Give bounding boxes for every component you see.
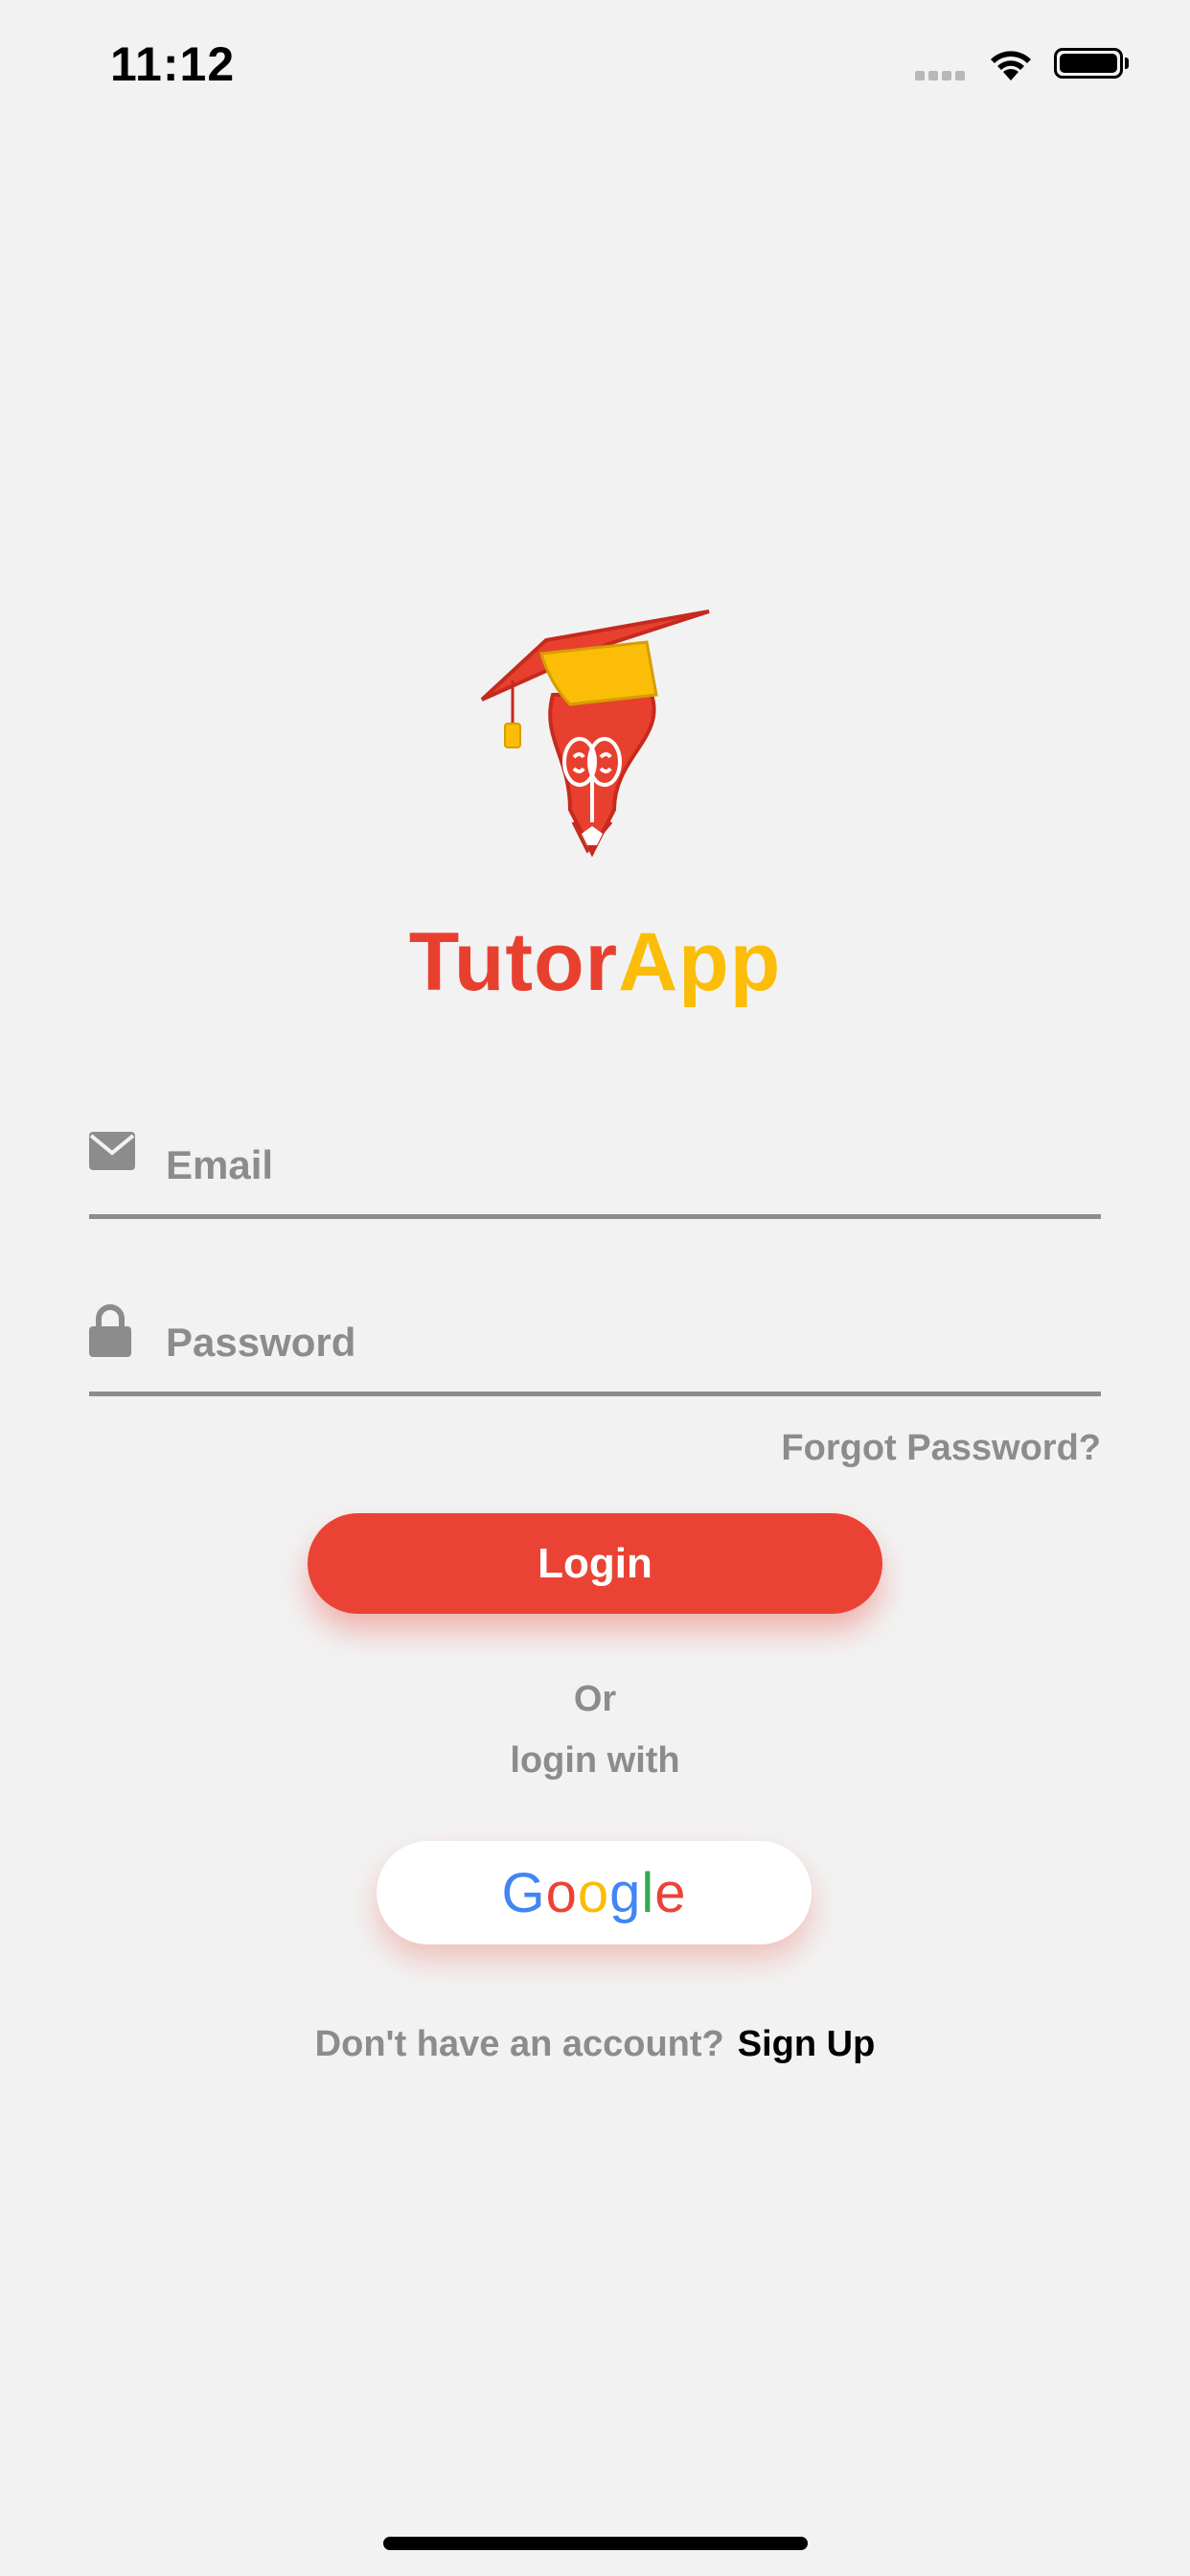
battery-tip — [1125, 58, 1129, 69]
home-indicator — [383, 2537, 808, 2550]
email-input[interactable] — [164, 1131, 1101, 1200]
login-button[interactable]: Login — [308, 1513, 882, 1614]
wifi-icon — [987, 46, 1035, 87]
signup-row: Don't have an account? Sign Up — [0, 2024, 1190, 2065]
battery-icon — [1054, 48, 1123, 79]
app-title-part1: Tutor — [408, 916, 619, 1008]
forgot-password-link[interactable]: Forgot Password? — [781, 1428, 1101, 1469]
email-field[interactable] — [89, 1118, 1101, 1219]
signup-question: Don't have an account? — [314, 2024, 724, 2064]
login-with-label: login with — [510, 1740, 680, 1781]
google-letter: g — [609, 1861, 642, 1924]
status-time: 11:12 — [110, 37, 236, 91]
google-logo-text: Google — [501, 1861, 686, 1925]
app-title: TutorApp — [0, 915, 1190, 1010]
google-letter: o — [545, 1861, 578, 1924]
password-field[interactable] — [89, 1296, 1101, 1396]
google-letter: e — [654, 1861, 687, 1924]
envelope-icon — [89, 1132, 135, 1175]
signup-link[interactable]: Sign Up — [738, 2024, 876, 2064]
google-letter: G — [501, 1861, 546, 1924]
google-login-button[interactable]: Google — [377, 1841, 812, 1944]
or-label: Or — [573, 1679, 617, 1719]
lock-icon — [89, 1303, 131, 1362]
password-input[interactable] — [164, 1308, 1101, 1377]
cellular-signal-icon — [915, 68, 971, 80]
google-letter: l — [641, 1861, 655, 1924]
app-title-part2: App — [618, 916, 782, 1008]
tutorapp-logo — [474, 604, 714, 891]
google-letter: o — [577, 1861, 610, 1924]
